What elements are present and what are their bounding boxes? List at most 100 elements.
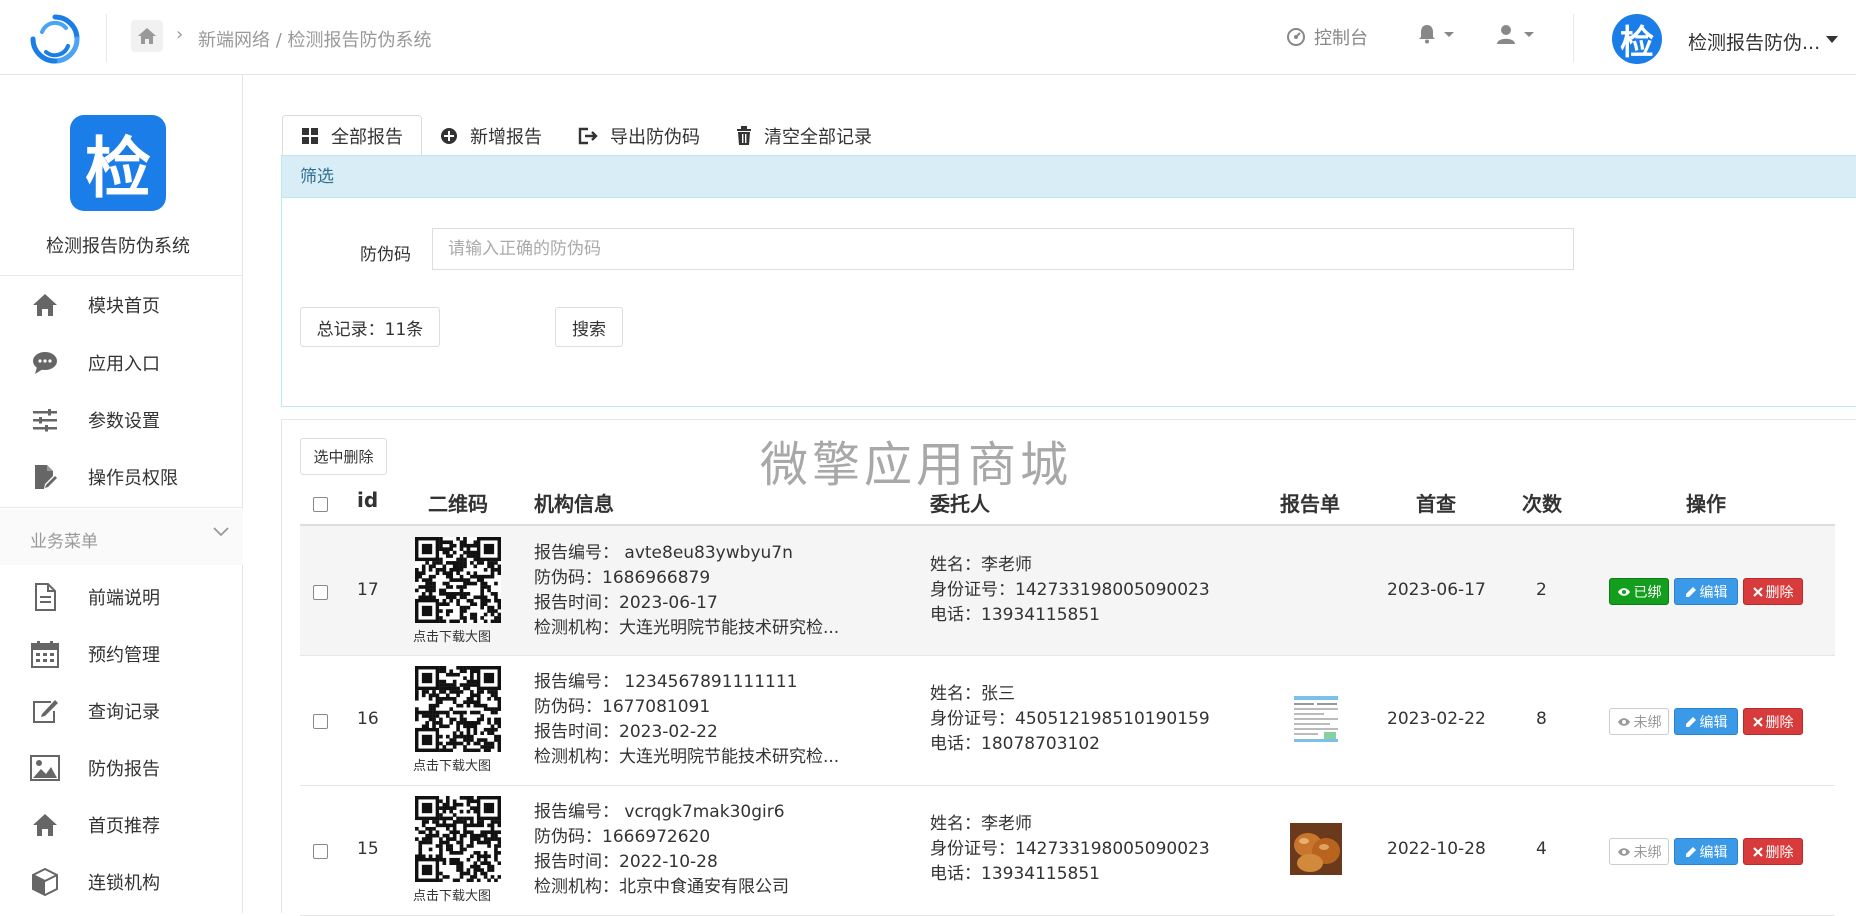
sidebar-item-operator-permissions[interactable]: 操作员权限 (0, 453, 243, 501)
bell-icon (1419, 25, 1435, 44)
chevron-down-icon[interactable] (1826, 36, 1838, 43)
check-count: 4 (1536, 839, 1547, 859)
filter-panel: 筛选 防伪码 总记录：11条 搜索 (281, 155, 1856, 407)
console-link[interactable]: 控制台 (1286, 24, 1368, 50)
testing-org: 检测机构：北京中食通安有限公司 (534, 877, 789, 897)
chevron-down-icon (1444, 31, 1454, 37)
dashboard-icon (1287, 28, 1305, 46)
search-button[interactable]: 搜索 (555, 307, 623, 347)
column-header-qrcode: 二维码 (428, 492, 488, 516)
column-header-first-check: 首查 (1416, 492, 1456, 516)
sidebar-item-query-log[interactable]: 查询记录 (0, 687, 243, 735)
bind-label: 未绑 (1633, 844, 1662, 861)
select-all-checkbox[interactable] (313, 497, 328, 512)
user-menu-button[interactable] (1496, 24, 1534, 44)
report-time: 报告时间：2022-10-28 (534, 852, 718, 872)
anti-fake-code-label: 防伪码 (360, 245, 411, 265)
trash-icon (737, 125, 751, 145)
sidebar-item-home-recommend[interactable]: 首页推荐 (0, 801, 243, 849)
sidebar-item-booking[interactable]: 预约管理 (0, 630, 243, 678)
tab-export-codes[interactable]: 导出防伪码 (560, 115, 718, 156)
delete-button[interactable]: 删除 (1743, 838, 1803, 865)
report-photo-thumbnail[interactable] (1290, 823, 1342, 875)
edit-button[interactable]: 编辑 (1674, 578, 1738, 605)
bind-label: 已绑 (1633, 584, 1662, 601)
divider (1573, 14, 1574, 62)
close-icon (1752, 716, 1763, 727)
sidebar-item-app-entry[interactable]: 应用入口 (0, 339, 243, 387)
chevron-down-icon (1524, 31, 1534, 37)
report-time: 报告时间：2023-06-17 (534, 593, 718, 613)
avatar[interactable]: 检 (1612, 14, 1662, 64)
app-logo: 检 (70, 115, 166, 211)
sidebar-item-label: 查询记录 (88, 702, 160, 723)
tab-add-report[interactable]: 新增报告 (422, 115, 560, 156)
unbound-status-button[interactable]: 未绑 (1609, 708, 1669, 735)
divider (0, 507, 243, 508)
anti-fake-code: 防伪码：1666972620 (534, 827, 711, 847)
client-phone: 电话：13934115851 (930, 864, 1100, 884)
bound-status-button[interactable]: 已绑 (1609, 578, 1669, 605)
first-check-date: 2022-10-28 (1387, 839, 1486, 859)
sidebar-item-frontend-notes[interactable]: 前端说明 (0, 573, 243, 621)
edit-icon (1685, 716, 1696, 727)
chevron-down-icon (213, 527, 229, 537)
client-id-number: 身份证号：450512198510190159 (930, 709, 1210, 729)
chevron-right-icon: › (176, 24, 184, 45)
edit-label: 编辑 (1699, 714, 1728, 731)
row-checkbox[interactable] (313, 714, 328, 729)
testing-org: 检测机构：大连光明院节能技术研究检... (534, 747, 840, 767)
bulk-delete-button[interactable]: 选中删除 (300, 438, 387, 475)
pencil-square-icon (30, 696, 60, 726)
anti-fake-code: 防伪码：1686966879 (534, 568, 711, 588)
qr-code-image[interactable] (415, 537, 501, 623)
notifications-button[interactable] (1418, 24, 1454, 44)
watermark: 微擎应用商城 (760, 437, 1073, 493)
tab-label: 新增报告 (470, 126, 542, 148)
console-label: 控制台 (1314, 28, 1368, 49)
report-time: 报告时间：2023-02-22 (534, 722, 718, 742)
client-phone: 电话：13934115851 (930, 605, 1100, 625)
client-name: 姓名：李老师 (930, 814, 1032, 834)
eye-icon (1617, 847, 1630, 856)
report-document-thumbnail[interactable] (1290, 693, 1342, 745)
report-number: 报告编号： 1234567891111111 (534, 672, 798, 692)
qr-download-link[interactable]: 点击下载大图 (413, 626, 491, 645)
divider (0, 275, 243, 276)
sidebar-item-label: 参数设置 (88, 411, 160, 432)
eye-icon (1617, 587, 1630, 596)
delete-button[interactable]: 删除 (1743, 708, 1803, 735)
anti-fake-code-input[interactable] (432, 228, 1574, 270)
sidebar-item-module-home[interactable]: 模块首页 (0, 281, 243, 329)
check-count: 8 (1536, 709, 1547, 729)
home-button[interactable] (131, 20, 163, 52)
export-icon (578, 127, 598, 144)
client-name: 姓名：李老师 (930, 555, 1032, 575)
close-icon (1752, 846, 1763, 857)
sidebar-item-anti-fake-report[interactable]: 防伪报告 (0, 744, 243, 792)
edit-button[interactable]: 编辑 (1674, 708, 1738, 735)
tab-clear-all[interactable]: 清空全部记录 (718, 115, 890, 156)
column-header-report: 报告单 (1280, 492, 1340, 516)
column-header-org-info: 机构信息 (534, 492, 614, 516)
unbound-status-button[interactable]: 未绑 (1609, 838, 1669, 865)
user-name[interactable]: 检测报告防伪... (1688, 28, 1820, 55)
business-menu-toggle[interactable]: 业务菜单 (0, 509, 243, 565)
close-icon (1752, 586, 1763, 597)
breadcrumb[interactable]: 新端网络 / 检测报告防伪系统 (198, 26, 432, 52)
sidebar-item-settings[interactable]: 参数设置 (0, 396, 243, 444)
qr-code-image[interactable] (415, 666, 501, 752)
home-icon (138, 28, 156, 44)
brand-logo-icon[interactable] (28, 12, 82, 66)
image-icon (30, 753, 60, 783)
row-checkbox[interactable] (313, 585, 328, 600)
qr-download-link[interactable]: 点击下载大图 (413, 885, 491, 904)
qr-code-image[interactable] (415, 796, 501, 882)
sidebar-item-chain-institutions[interactable]: 连锁机构 (0, 858, 243, 906)
row-checkbox[interactable] (313, 844, 328, 859)
tab-all-reports[interactable]: 全部报告 (282, 115, 422, 156)
delete-button[interactable]: 删除 (1743, 578, 1803, 605)
first-check-date: 2023-02-22 (1387, 709, 1486, 729)
edit-button[interactable]: 编辑 (1674, 838, 1738, 865)
qr-download-link[interactable]: 点击下载大图 (413, 755, 491, 774)
